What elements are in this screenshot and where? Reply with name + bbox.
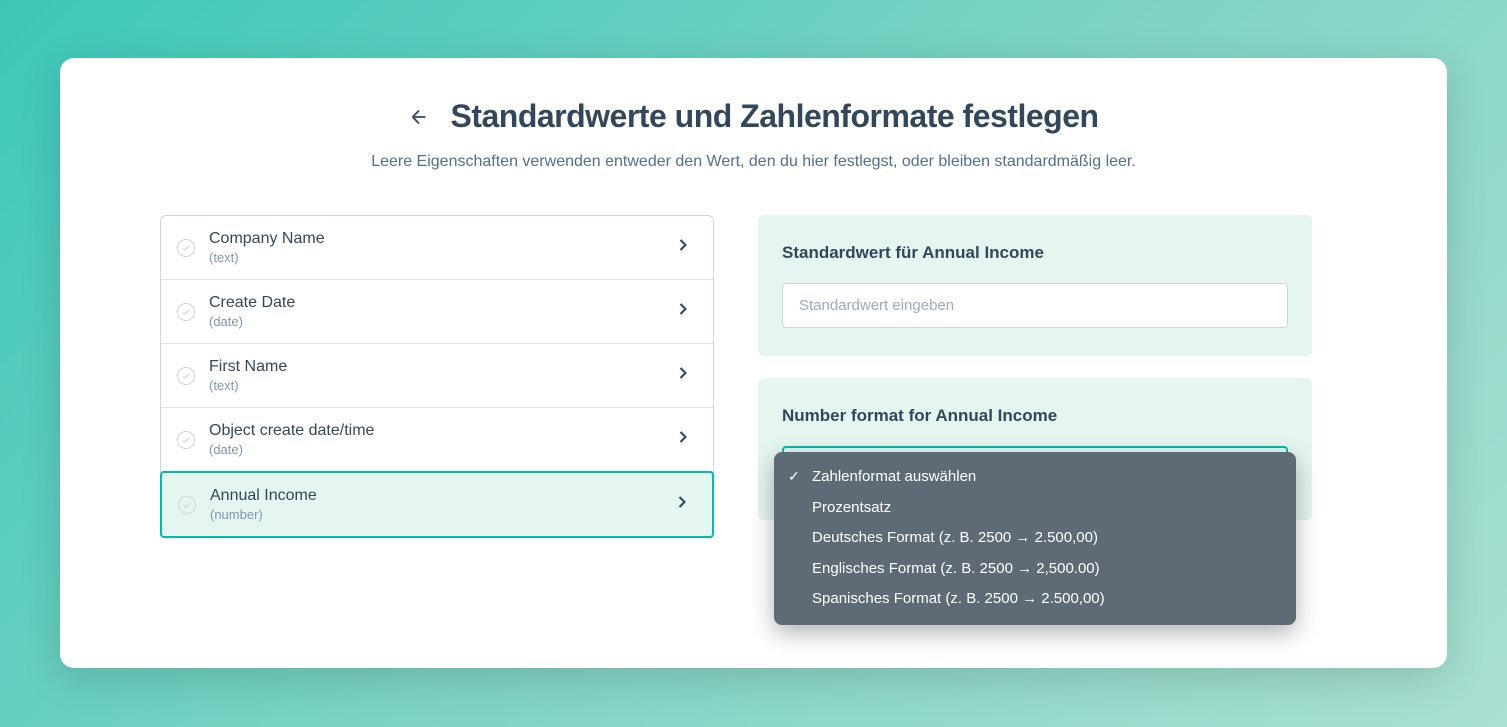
number-format-title: Number format for Annual Income [782,406,1288,426]
back-arrow-button[interactable] [408,106,430,128]
check-circle-icon [177,367,195,385]
property-name: Create Date [209,294,673,312]
property-list-column: Company Name (text) Create Date (date) First… [160,215,714,542]
property-name: Object create date/time [209,422,673,440]
dropdown-option[interactable]: Zahlenformat auswählen [774,462,1296,493]
property-type: (date) [209,314,673,329]
dropdown-option[interactable]: Spanisches Format (z. B. 2500 → 2.500,00… [774,584,1296,615]
property-text: Object create date/time (date) [209,422,673,457]
chevron-right-icon [673,299,693,324]
chevron-right-icon [673,235,693,260]
property-item[interactable]: Create Date (date) [161,280,713,344]
property-list: Company Name (text) Create Date (date) First… [160,215,714,538]
default-value-input[interactable] [782,283,1288,328]
dropdown-option[interactable]: Englisches Format (z. B. 2500 → 2,500.00… [774,554,1296,585]
default-value-title: Standardwert für Annual Income [782,243,1288,263]
property-text: Annual Income (number) [210,487,672,522]
property-text: Create Date (date) [209,294,673,329]
property-item[interactable]: Object create date/time (date) [161,408,713,472]
page-title: Standardwerte und Zahlenformate festlege… [450,98,1098,135]
page-subtitle: Leere Eigenschaften verwenden entweder d… [160,153,1347,171]
title-row: Standardwerte und Zahlenformate festlege… [160,98,1347,135]
main-card: Standardwerte und Zahlenformate festlege… [60,58,1447,668]
chevron-right-icon [672,492,692,517]
property-name: First Name [209,358,673,376]
detail-column: Standardwert für Annual Income Number fo… [758,215,1312,542]
property-type: (date) [209,442,673,457]
property-type: (text) [209,378,673,393]
page-header: Standardwerte und Zahlenformate festlege… [160,98,1347,171]
check-circle-icon [177,431,195,449]
dropdown-option[interactable]: Deutsches Format (z. B. 2500 → 2.500,00) [774,523,1296,554]
property-type: (number) [210,507,672,522]
property-type: (text) [209,250,673,265]
property-item[interactable]: First Name (text) [161,344,713,408]
number-format-panel: Number format for Annual Income Zahlenfo… [758,378,1312,520]
number-format-dropdown: Zahlenformat auswählenProzentsatzDeutsch… [774,452,1296,625]
property-name: Annual Income [210,487,672,505]
content-columns: Company Name (text) Create Date (date) First… [160,215,1347,542]
check-circle-icon [178,496,196,514]
check-circle-icon [177,239,195,257]
number-format-select-wrapper: Zahlenformat auswählenProzentsatzDeutsch… [782,446,1288,492]
default-value-panel: Standardwert für Annual Income [758,215,1312,356]
property-item[interactable]: Company Name (text) [161,216,713,280]
property-name: Company Name [209,230,673,248]
dropdown-option[interactable]: Prozentsatz [774,493,1296,524]
property-text: First Name (text) [209,358,673,393]
chevron-right-icon [673,363,693,388]
check-circle-icon [177,303,195,321]
property-item[interactable]: Annual Income (number) [160,471,714,538]
chevron-right-icon [673,427,693,452]
property-text: Company Name (text) [209,230,673,265]
